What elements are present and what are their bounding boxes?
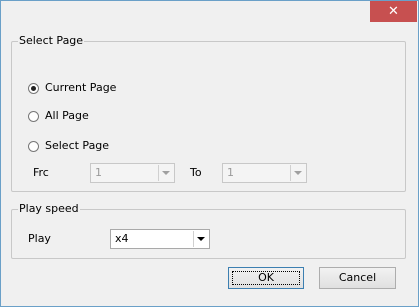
cancel-button[interactable]: Cancel bbox=[319, 267, 396, 289]
play-label: Play bbox=[28, 232, 51, 245]
radio-select-page[interactable]: Select Page bbox=[28, 139, 109, 153]
chevron-down-icon[interactable] bbox=[158, 165, 173, 181]
play-speed-value: x4 bbox=[115, 232, 129, 245]
to-page-combo[interactable]: 1 bbox=[222, 163, 307, 183]
radio-select-page-label: Select Page bbox=[45, 139, 110, 152]
dialog-window: ✕ Select Page Current Page All Page Sele… bbox=[0, 0, 419, 307]
chevron-down-icon[interactable] bbox=[290, 165, 305, 181]
radio-current-page-indicator[interactable] bbox=[28, 82, 39, 94]
to-label: To bbox=[190, 166, 202, 179]
play-speed-legend: Play speed bbox=[18, 202, 80, 216]
close-icon: ✕ bbox=[388, 4, 399, 19]
radio-current-page[interactable]: Current Page bbox=[28, 81, 116, 95]
close-button[interactable]: ✕ bbox=[370, 1, 417, 22]
chevron-down-icon[interactable] bbox=[193, 231, 208, 247]
title-bar: ✕ bbox=[1, 1, 418, 23]
from-label: Frc bbox=[33, 166, 49, 179]
radio-all-page[interactable]: All Page bbox=[28, 109, 89, 123]
select-page-legend: Select Page bbox=[18, 34, 85, 48]
from-page-value: 1 bbox=[95, 166, 102, 179]
play-speed-group: Play speed Play x4 bbox=[11, 202, 406, 259]
radio-all-page-indicator[interactable] bbox=[28, 110, 39, 122]
radio-all-page-label: All Page bbox=[45, 109, 89, 122]
play-speed-select[interactable]: x4 bbox=[110, 229, 210, 249]
from-page-combo[interactable]: 1 bbox=[90, 163, 175, 183]
focus-rect bbox=[232, 271, 300, 285]
select-page-group: Select Page Current Page All Page Select… bbox=[11, 34, 406, 192]
ok-button[interactable]: OK bbox=[228, 267, 304, 289]
radio-current-page-label: Current Page bbox=[45, 81, 117, 94]
radio-select-page-indicator[interactable] bbox=[28, 140, 39, 152]
cancel-button-label: Cancel bbox=[338, 271, 377, 284]
to-page-value: 1 bbox=[227, 166, 234, 179]
